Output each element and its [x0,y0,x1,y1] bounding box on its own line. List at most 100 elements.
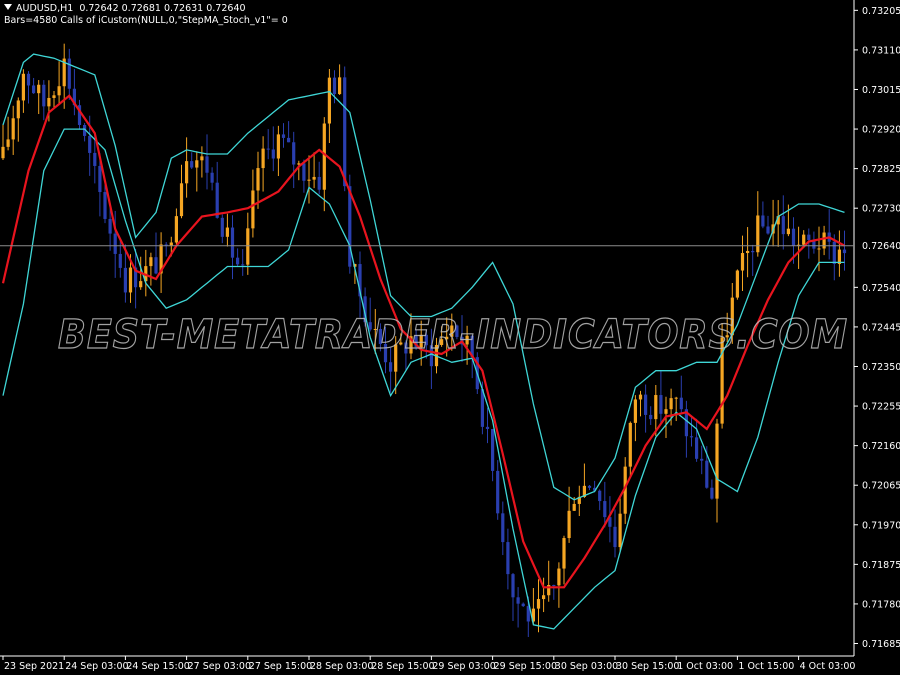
candle-body [348,186,352,267]
candle-body [679,397,683,410]
candle-body [16,100,20,119]
candle-body [190,161,194,168]
candle [751,244,755,276]
candle-body [644,394,648,415]
candle [628,421,632,478]
time-tick-label: 29 Sep 03:00 [432,661,495,672]
candle-body [751,250,755,253]
candle-body [98,165,102,193]
candle-body [485,426,490,430]
candle-body [57,86,61,96]
candle-body [832,241,836,264]
time-tick-label: 29 Sep 15:00 [494,661,557,672]
candle [756,191,760,257]
candle-body [715,423,719,499]
candle-body [42,84,46,107]
candle-body [113,233,117,254]
candle-body [246,228,250,265]
candle [77,99,82,130]
candle [501,501,505,556]
candle-body [266,148,270,150]
price-tick-label: 0.72540 [862,283,900,294]
candle-body [695,437,699,459]
price-tick-label: 0.72730 [862,204,900,215]
candle-body [123,267,127,293]
candle [771,199,775,247]
candle-body [292,142,296,165]
candle [735,269,739,300]
candle-body [205,156,209,173]
price-axis[interactable]: 0.73205 0.73110 0.73015 0.72920 0.72825 0.727… [854,6,900,650]
time-tick-label: 4 Oct 03:00 [800,661,856,672]
candle [485,407,490,444]
time-tick-label: 30 Sep 15:00 [616,661,679,672]
candle-body [659,395,663,414]
candle-body [210,172,214,183]
candle [633,395,637,442]
candle-body [746,250,750,254]
candle-body [1,146,5,159]
candle-body [174,216,178,243]
time-tick-label: 27 Sep 15:00 [249,661,312,672]
candle [827,209,831,260]
candle-body [572,503,576,511]
candle-body [674,397,678,399]
candle [67,48,71,100]
candle [837,230,841,277]
candle-body [567,510,571,539]
chart-window[interactable]: AUDUSD,H1 0.72642 0.72681 0.72631 0.7264… [0,0,900,675]
candle-body [511,574,515,598]
candle [577,485,581,516]
candle-body [817,248,821,250]
candle [57,61,61,105]
candle-body [37,84,41,94]
candle [195,151,199,192]
candle-body [281,134,286,138]
candle [562,535,566,585]
candle [307,155,311,204]
candle [516,587,520,628]
time-tick-label: 30 Sep 03:00 [555,661,618,672]
time-tick-label: 24 Sep 03:00 [65,661,128,672]
candle [506,528,510,590]
candle [246,212,250,275]
time-axis[interactable]: 23 Sep 2021 24 Sep 03:0024 Sep 15:0027 Se… [2,656,856,672]
candle-body [633,399,637,423]
price-chart[interactable]: BEST-METATRADER-INDICATORS.COM 0.72640 0… [0,0,900,675]
candle [644,384,648,433]
candle [842,230,847,271]
candle-body [128,267,133,293]
candle [547,560,551,602]
candle [292,131,296,189]
time-tick-label: 27 Sep 03:00 [188,661,251,672]
candle [241,249,245,276]
candle [695,418,699,462]
candle-body [700,458,704,461]
candle [52,90,56,108]
candle-body [389,362,393,372]
candle [281,123,286,148]
candle [11,105,15,155]
candle [746,227,750,278]
candle [587,485,592,491]
candle [287,121,291,143]
candle [144,249,148,297]
candle [200,146,204,178]
candle [674,396,678,422]
candle-body [649,414,653,420]
candle-body [802,234,806,245]
candle-body [67,58,71,89]
candle-body [103,192,107,219]
candle-body [654,395,658,420]
candle [179,164,184,219]
time-tick-label: 1 Oct 03:00 [677,661,733,672]
candle [26,71,31,104]
candle-body [11,118,15,140]
candle-body [603,501,607,518]
candle-body [705,460,709,488]
candle [521,602,525,608]
candle [613,509,617,558]
candle [776,200,780,247]
candle-body [256,168,260,191]
candle-body [761,215,765,227]
